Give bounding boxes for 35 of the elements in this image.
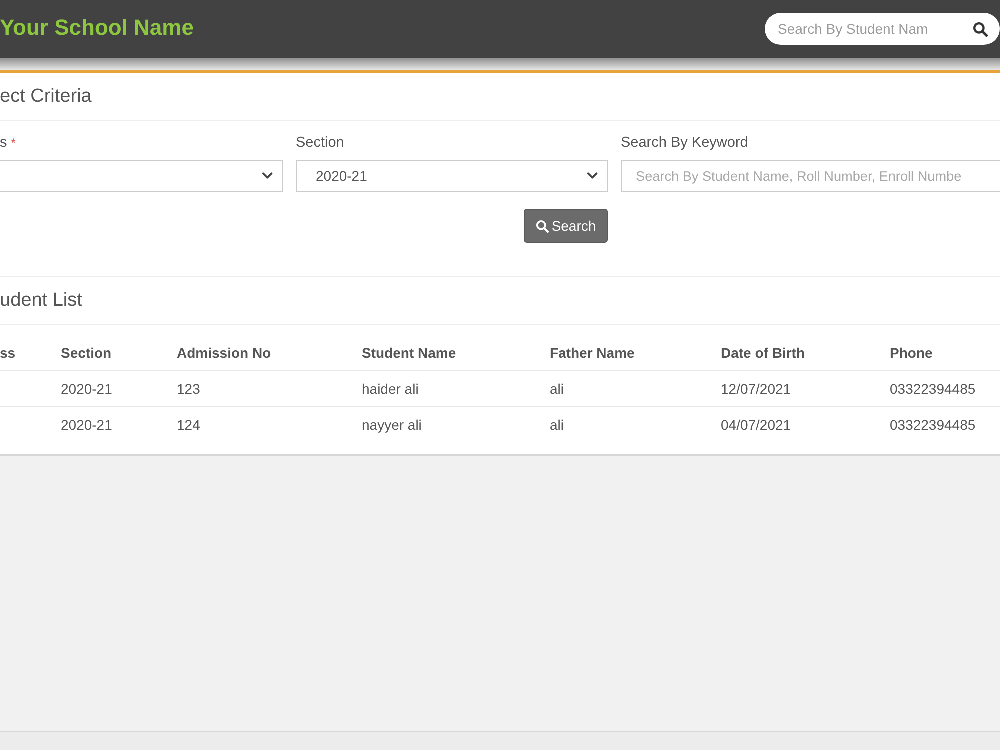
table-cell: 04/07/2021 <box>721 416 792 432</box>
section-title: udent List <box>0 290 82 312</box>
chevron-down-icon <box>587 172 598 180</box>
table-cell: 2020-21 <box>61 416 112 432</box>
school-name: Your School Name <box>0 15 194 41</box>
table-cell: haider ali <box>362 380 419 396</box>
table-cell: 03322394485 <box>890 416 976 432</box>
field-label: s <box>0 134 8 153</box>
column-header: Student Name <box>362 344 456 360</box>
table-cell: 03322394485 <box>890 380 976 396</box>
search-field[interactable]: Search By Student Nam <box>765 13 1000 45</box>
search-button[interactable]: Search <box>524 209 608 243</box>
chevron-down-icon <box>262 172 273 180</box>
column-header: Admission No <box>177 344 272 360</box>
search-icon <box>973 22 988 37</box>
column-header: Father Name <box>550 344 635 360</box>
required-mark: * <box>11 135 16 152</box>
dropdown-field[interactable]: 2020-21 <box>296 160 608 192</box>
table-cell: nayyer ali <box>362 416 422 432</box>
search-icon <box>536 220 549 232</box>
column-header: Section <box>61 344 112 360</box>
table-cell: 2020-21 <box>61 380 112 396</box>
table-cell: 12/07/2021 <box>721 380 792 396</box>
section-title: ect Criteria <box>0 86 92 108</box>
keyword-field[interactable]: Search By Student Name, Roll Number, Enroll Numbe <box>621 160 1000 192</box>
table-cell: 123 <box>177 380 200 396</box>
field-label: Section <box>296 134 344 153</box>
table-cell: 124 <box>177 416 200 432</box>
column-header: Phone <box>890 344 933 360</box>
dropdown-field[interactable] <box>0 160 283 192</box>
table-cell: ali <box>550 416 564 432</box>
field-label: Search By Keyword <box>621 134 748 153</box>
table-cell: ali <box>550 380 564 396</box>
column-header: Date of Birth <box>721 344 805 360</box>
column-header: ss <box>0 344 16 360</box>
